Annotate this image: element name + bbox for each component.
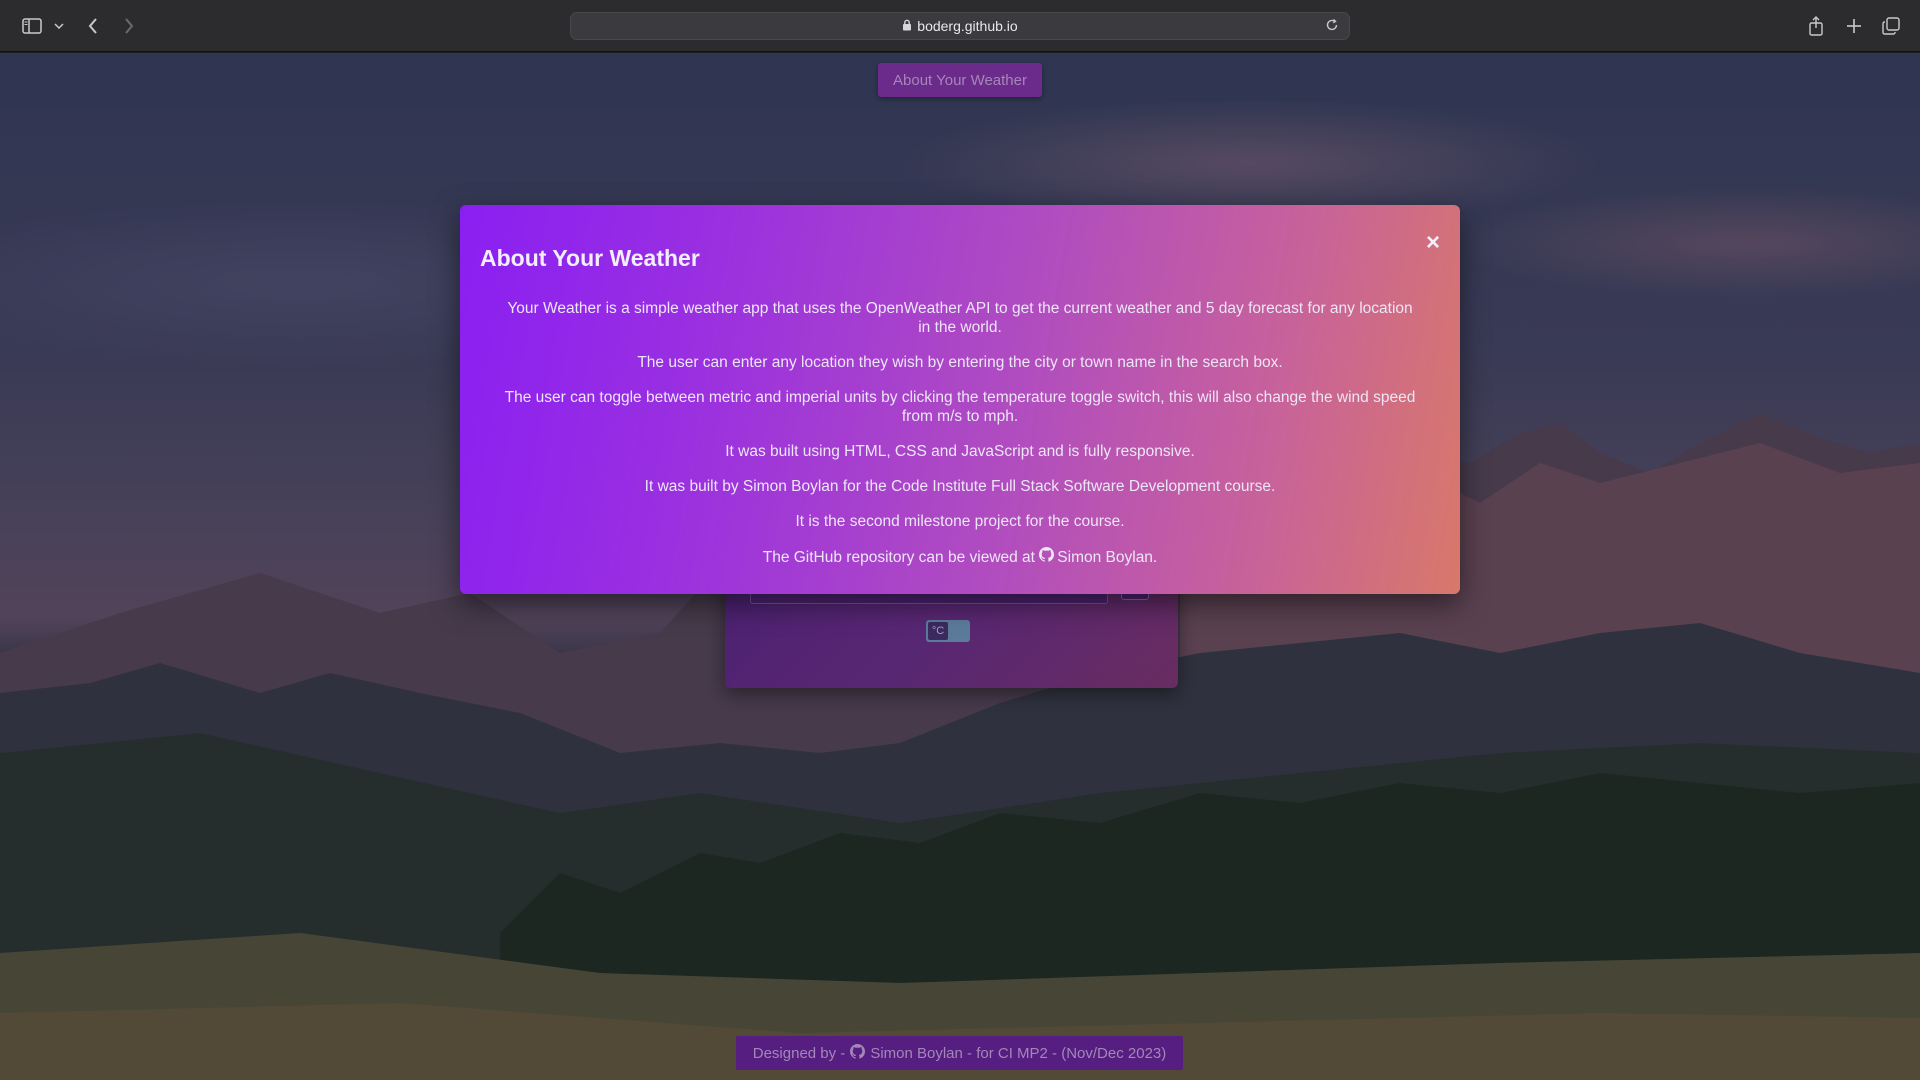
- github-icon[interactable]: [850, 1043, 866, 1063]
- unit-toggle-label: °C: [928, 622, 948, 640]
- share-icon[interactable]: [1806, 13, 1826, 39]
- modal-paragraph: It was built by Simon Boylan for the Cod…: [644, 478, 1276, 495]
- about-button[interactable]: About Your Weather: [878, 63, 1042, 97]
- back-icon[interactable]: [84, 13, 102, 39]
- modal-title: About Your Weather: [480, 245, 700, 271]
- lock-icon: [902, 18, 912, 34]
- browser-toolbar: boderg.github.io: [0, 0, 1920, 52]
- modal-paragraph: The user can enter any location they wis…: [637, 354, 1283, 371]
- unit-toggle[interactable]: °C: [926, 620, 970, 642]
- address-bar[interactable]: boderg.github.io: [570, 12, 1350, 40]
- close-icon[interactable]: ×: [1426, 231, 1440, 255]
- url-text: boderg.github.io: [917, 18, 1018, 34]
- modal-paragraph: It was built using HTML, CSS and JavaScr…: [725, 443, 1195, 460]
- reload-icon[interactable]: [1325, 18, 1339, 37]
- modal-paragraph: Your Weather is a simple weather app tha…: [507, 300, 1413, 336]
- forward-icon[interactable]: [120, 13, 138, 39]
- footer-author[interactable]: Simon Boylan - for CI MP2 - (Nov/Dec 202…: [870, 1045, 1166, 1062]
- github-line: The GitHub repository can be viewed at S…: [500, 547, 1420, 567]
- page-viewport: About Your Weather Enter location here..…: [0, 53, 1920, 1080]
- modal-body: Your Weather is a simple weather app tha…: [500, 299, 1420, 583]
- chevron-down-icon[interactable]: [52, 13, 66, 39]
- github-link[interactable]: Simon Boylan.: [1039, 547, 1157, 567]
- modal-paragraph: It is the second milestone project for t…: [795, 513, 1125, 530]
- github-icon: [1039, 547, 1055, 567]
- plus-icon[interactable]: [1844, 13, 1864, 39]
- github-line-prefix: The GitHub repository can be viewed at: [762, 549, 1035, 566]
- footer: Designed by - Simon Boylan - for CI MP2 …: [736, 1036, 1183, 1070]
- github-link-text[interactable]: Simon Boylan.: [1057, 548, 1157, 567]
- sidebar-icon[interactable]: [20, 13, 44, 39]
- footer-prefix: Designed by -: [752, 1044, 846, 1062]
- tabs-icon[interactable]: [1881, 13, 1901, 39]
- about-modal: About Your Weather × Your Weather is a s…: [460, 205, 1460, 594]
- modal-paragraph: The user can toggle between metric and i…: [504, 389, 1416, 425]
